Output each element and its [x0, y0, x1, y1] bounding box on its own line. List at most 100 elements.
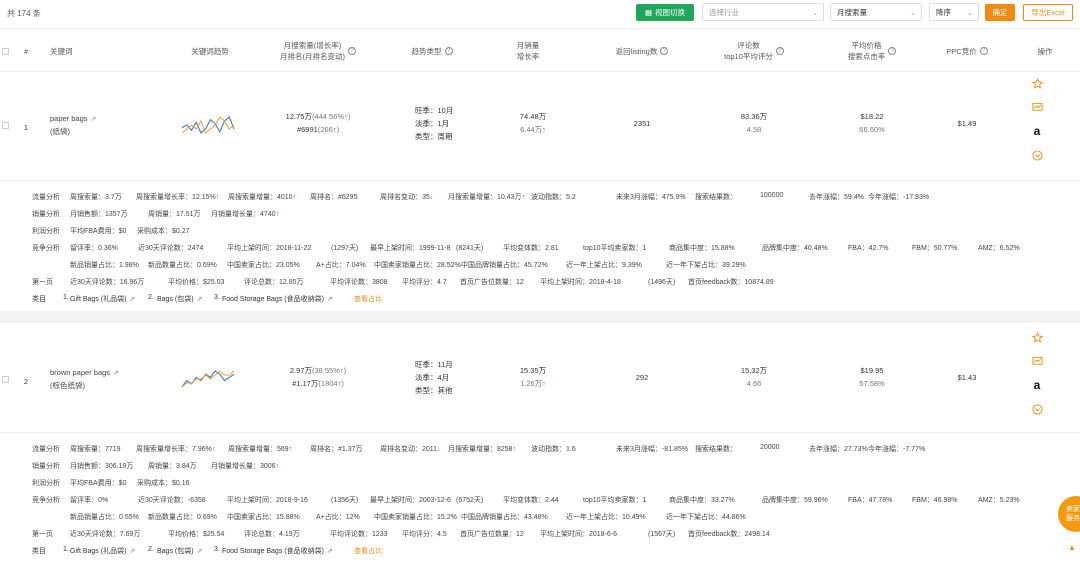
- competition-analysis-item: 近30天评论数：2474: [138, 245, 204, 252]
- traffic-analysis-item: 搜索结果数：: [695, 194, 737, 201]
- select-all-checkbox[interactable]: [0, 29, 10, 73]
- competition-analysis-item: 商品集中度：33.27%: [669, 497, 735, 504]
- arrow-up-icon: ↑: [288, 446, 293, 453]
- competition-extra-item: 新品销量占比：0.55%: [70, 514, 139, 521]
- listing-count: 2351: [633, 119, 651, 128]
- keyword-en[interactable]: paper bags: [50, 114, 88, 123]
- category-item[interactable]: 3.: [214, 546, 220, 553]
- category-item[interactable]: 3.: [214, 294, 220, 301]
- confirm-button[interactable]: 确定: [985, 4, 1015, 21]
- expand-icon[interactable]: [1031, 149, 1043, 161]
- row-index: 1: [23, 123, 29, 132]
- traffic-analysis-item[interactable]: 20000: [760, 444, 779, 451]
- first-page-item: 近30天评论数：7.69万: [70, 531, 141, 538]
- category-item[interactable]: 查看占比: [354, 294, 382, 304]
- first-page-item: 第一页: [32, 279, 53, 286]
- keyword-cell: paper bags ⇗ (纸袋): [50, 113, 99, 138]
- chart-icon[interactable]: [1031, 101, 1043, 113]
- arrow-down-icon: ↓: [429, 194, 434, 201]
- back-to-top-icon[interactable]: ▲: [1068, 543, 1076, 552]
- category-item[interactable]: 2.: [148, 294, 154, 301]
- competition-analysis-item: 近30天评论数：-6358: [138, 497, 206, 504]
- traffic-analysis-item: 搜索结果数：: [695, 446, 737, 453]
- competition-extra-item: 中国卖家销量占比：28.52%: [374, 262, 461, 269]
- traffic-analysis-item: 周搜索量增长率：12.15%↑: [136, 194, 220, 201]
- help-icon[interactable]: ?: [775, 47, 784, 55]
- trend-sparkline[interactable]: [180, 113, 236, 135]
- sales-analysis-item: 销量分析: [32, 211, 60, 218]
- profit-analysis-item: 平均FBA费用：$0: [70, 228, 127, 235]
- trend-sparkline[interactable]: [180, 367, 236, 389]
- first-page-item: 首页广告位数量：12: [460, 279, 524, 286]
- competition-analysis-item: (8241天): [456, 245, 484, 252]
- sort-order-select[interactable]: 降序 ⌄: [929, 3, 979, 21]
- competition-analysis-item: FBA：42.7%: [848, 245, 889, 252]
- category-item[interactable]: Food Storage Bags (食品收纳袋) ⇗: [222, 546, 335, 556]
- traffic-analysis-item[interactable]: 100000: [760, 192, 783, 199]
- traffic-analysis-item: 去年涨幅：59.4%: [809, 194, 864, 201]
- traffic-analysis-item: 流量分析: [32, 194, 60, 201]
- row-checkbox[interactable]: [0, 121, 10, 132]
- amazon-icon[interactable]: a: [1031, 378, 1043, 392]
- link-icon[interactable]: ⇗: [129, 547, 137, 555]
- competition-analysis-item: 竞争分析: [32, 245, 60, 252]
- link-icon[interactable]: ⇗: [91, 114, 99, 126]
- help-icon[interactable]: ?: [444, 47, 453, 55]
- category-item[interactable]: Gift Bags (礼品袋) ⇗: [70, 294, 137, 304]
- link-icon[interactable]: ⇗: [113, 368, 121, 380]
- price-cell: $19.95 57.58%: [859, 366, 885, 388]
- category-item[interactable]: Gift Bags (礼品袋) ⇗: [70, 546, 137, 556]
- row-detail-panel: 流量分析 周搜索量：3.7万 周搜索量增长率：12.15%↑ 周搜索量增量：4010↑…: [0, 180, 1080, 320]
- first-page-item: 近30天评论数：16.96万: [70, 279, 145, 286]
- listing-count: 292: [635, 373, 649, 382]
- sales-analysis-item: 周销量：17.51万: [148, 211, 201, 218]
- arrow-up-icon: ↑: [292, 194, 297, 201]
- arrow-up-icon: ↑: [215, 194, 220, 201]
- profit-analysis-item: 平均FBA费用：$0: [70, 480, 127, 487]
- traffic-analysis-item: 周搜索量：3.7万: [70, 194, 122, 201]
- competition-analysis-item: (6752天): [456, 497, 484, 504]
- amazon-icon[interactable]: a: [1031, 124, 1043, 138]
- help-icon[interactable]: ?: [979, 47, 988, 55]
- competition-analysis-item: 留评率：0%: [70, 497, 109, 504]
- link-icon[interactable]: ⇗: [129, 295, 137, 303]
- link-icon[interactable]: ⇗: [197, 295, 205, 303]
- link-icon[interactable]: ⇗: [327, 547, 335, 555]
- star-icon[interactable]: [1031, 331, 1043, 343]
- chevron-down-icon: ⌄: [910, 10, 916, 17]
- help-icon[interactable]: ?: [348, 47, 356, 55]
- export-excel-button[interactable]: 导出Excel: [1023, 4, 1073, 21]
- search-volume-cell: 12.75万(444.56%↑) #6991(266↑): [285, 112, 351, 134]
- sort-field-select[interactable]: 月搜索量 ⌄: [830, 3, 922, 21]
- row-index: 2: [23, 377, 29, 386]
- industry-select[interactable]: 选择行业 ⌄: [702, 3, 824, 21]
- category-item[interactable]: Food Storage Bags (食品收纳袋) ⇗: [222, 294, 335, 304]
- arrow-down-icon: ↓: [437, 446, 441, 453]
- chart-icon[interactable]: [1031, 355, 1043, 367]
- expand-icon[interactable]: [1031, 403, 1043, 415]
- col-search-volume[interactable]: 月搜索量(增长率) 月排名(月排名变动)?: [268, 29, 368, 73]
- category-item: 类目: [32, 296, 46, 303]
- competition-analysis-item: 平均变体数：2.44: [503, 497, 559, 504]
- competition-analysis-item: FBA：47.78%: [848, 497, 893, 504]
- help-icon[interactable]: ?: [888, 47, 897, 55]
- category-item[interactable]: 查看占比: [354, 546, 382, 556]
- category-item[interactable]: Bags (包袋) ⇗: [157, 294, 205, 304]
- competition-extra-item: 中国卖家销量占比：15.2%: [374, 514, 457, 521]
- link-icon[interactable]: ⇗: [197, 547, 205, 555]
- category-item[interactable]: 2.: [148, 546, 154, 553]
- col-action: 操作: [1037, 46, 1053, 56]
- category-item[interactable]: Bags (包袋) ⇗: [157, 546, 205, 556]
- star-icon[interactable]: [1031, 77, 1043, 89]
- competition-analysis-item: 平均上架时间：2018-11-22: [227, 245, 312, 252]
- row-actions: a: [1031, 331, 1043, 427]
- competition-analysis-item: top10平均卖家数：1: [583, 245, 647, 252]
- keyword-en[interactable]: brown paper bags: [50, 368, 110, 377]
- row-checkbox[interactable]: [0, 375, 10, 386]
- help-icon[interactable]: ?: [660, 47, 669, 55]
- first-page-item: 第一页: [32, 531, 53, 538]
- competition-analysis-item: 平均变体数：2.81: [503, 245, 559, 252]
- view-toggle-button[interactable]: ▦ 视图切换: [636, 4, 694, 21]
- profit-analysis-item: 利润分析: [32, 480, 60, 487]
- link-icon[interactable]: ⇗: [327, 295, 335, 303]
